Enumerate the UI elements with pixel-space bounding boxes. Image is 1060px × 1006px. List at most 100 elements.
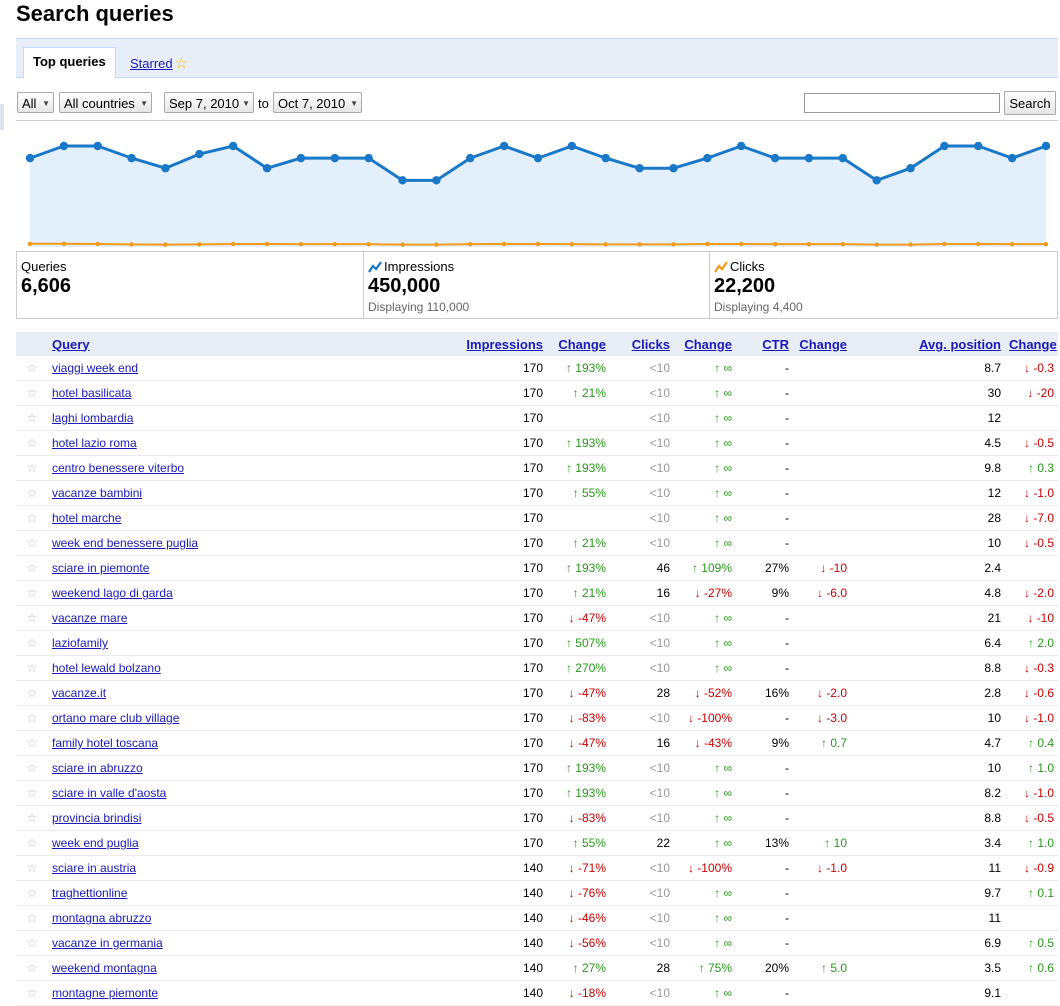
star-toggle[interactable]: ☆ — [16, 530, 48, 556]
sort-clicks-change-link[interactable]: Change — [684, 337, 732, 352]
star-toggle[interactable]: ☆ — [16, 855, 48, 881]
clicks-point — [908, 242, 913, 247]
star-toggle[interactable]: ☆ — [16, 505, 48, 531]
impressions-stat[interactable]: Impressions 450,000 Displaying 110,000 — [363, 252, 710, 318]
star-toggle[interactable]: ☆ — [16, 630, 48, 656]
clicks-point — [231, 241, 236, 247]
query-link[interactable]: weekend lago di garda — [52, 586, 173, 600]
star-toggle[interactable]: ☆ — [16, 755, 48, 781]
tab-starred[interactable]: Starred ☆ — [130, 54, 188, 72]
star-toggle[interactable]: ☆ — [16, 605, 48, 631]
star-toggle[interactable]: ☆ — [16, 705, 48, 731]
query-link[interactable]: laziofamily — [52, 636, 108, 650]
star-toggle[interactable]: ☆ — [16, 580, 48, 606]
sort-clicks-link[interactable]: Clicks — [632, 337, 670, 352]
ctr-value: - — [736, 605, 793, 631]
star-toggle[interactable]: ☆ — [16, 730, 48, 756]
query-link[interactable]: sciare in abruzzo — [52, 761, 143, 775]
ctr-change-cell — [793, 356, 851, 381]
position-change-value: -0.5 — [1033, 436, 1054, 450]
star-toggle[interactable]: ☆ — [16, 680, 48, 706]
query-link[interactable]: hotel marche — [52, 511, 121, 525]
star-toggle[interactable]: ☆ — [16, 830, 48, 856]
query-link[interactable]: viaggi week end — [52, 361, 138, 375]
query-link[interactable]: sciare in austria — [52, 861, 136, 875]
clicks-stat[interactable]: Clicks 22,200 Displaying 4,400 — [709, 252, 1058, 318]
ctr-column-header[interactable]: CTR — [736, 332, 793, 356]
star-toggle[interactable]: ☆ — [16, 655, 48, 681]
star-toggle[interactable]: ☆ — [16, 930, 48, 956]
query-cell: hotel basilicata — [48, 380, 388, 406]
star-toggle[interactable]: ☆ — [16, 430, 48, 456]
star-toggle[interactable]: ☆ — [16, 555, 48, 581]
query-link[interactable]: ortano mare club village — [52, 711, 179, 725]
sort-ctr-change-link[interactable]: Change — [799, 337, 847, 352]
sort-impressions-change-link[interactable]: Change — [558, 337, 606, 352]
impressions-change-column-header[interactable]: Change — [547, 332, 610, 356]
ctr-change-column-header[interactable]: Change — [793, 332, 851, 356]
avg-position-value: 30 — [851, 380, 1005, 406]
query-link[interactable]: week end puglia — [52, 836, 139, 850]
impressions-value: 170 — [388, 430, 547, 456]
query-link[interactable]: weekend montagna — [52, 961, 157, 975]
star-toggle[interactable]: ☆ — [16, 780, 48, 806]
sort-ctr-link[interactable]: CTR — [762, 337, 789, 352]
star-outline-icon: ☆ — [26, 786, 38, 800]
avg-position-column-header[interactable]: Avg. position — [851, 332, 1005, 356]
star-toggle[interactable]: ☆ — [16, 356, 48, 381]
clicks-change-column-header[interactable]: Change — [674, 332, 736, 356]
query-link[interactable]: hotel lewald bolzano — [52, 661, 161, 675]
clicks-point — [535, 241, 541, 247]
star-toggle[interactable]: ☆ — [16, 955, 48, 981]
query-link[interactable]: provincia brindisi — [52, 811, 141, 825]
query-link[interactable]: vacanze.it — [52, 686, 106, 700]
query-link[interactable]: vacanze mare — [52, 611, 127, 625]
star-outline-icon: ☆ — [26, 886, 38, 900]
query-link[interactable]: sciare in piemonte — [52, 561, 149, 575]
tab-bar: Top queries Starred ☆ — [16, 38, 1058, 79]
query-link[interactable]: laghi lombardia — [52, 411, 133, 425]
type-filter-dropdown[interactable]: All ▼ — [17, 92, 54, 113]
query-link[interactable]: montagna abruzzo — [52, 911, 151, 925]
impressions-change-value: 55% — [581, 486, 606, 500]
query-cell: sciare in valle d'aosta — [48, 780, 388, 806]
query-link[interactable]: week end benessere puglia — [52, 536, 198, 550]
sort-query-link[interactable]: Query — [52, 337, 90, 352]
search-input[interactable] — [804, 93, 1000, 113]
position-change-column-header[interactable]: Change — [1005, 332, 1058, 356]
star-toggle[interactable]: ☆ — [16, 455, 48, 481]
query-column-header[interactable]: Query — [48, 332, 388, 356]
sort-avg-position-link[interactable]: Avg. position — [919, 337, 1001, 352]
query-link[interactable]: vacanze in germania — [52, 936, 163, 950]
tab-top-queries[interactable]: Top queries — [23, 47, 116, 79]
impressions-point — [229, 141, 238, 151]
query-link[interactable]: sciare in valle d'aosta — [52, 786, 166, 800]
star-toggle[interactable]: ☆ — [16, 380, 48, 406]
query-link[interactable]: centro benessere viterbo — [52, 461, 184, 475]
star-toggle[interactable]: ☆ — [16, 405, 48, 431]
star-toggle[interactable]: ☆ — [16, 880, 48, 906]
table-row: ☆ family hotel toscana 170 ↓ -47% 16 ↓ -43% 9%… — [16, 730, 1058, 756]
date-to-picker[interactable]: Oct 7, 2010 ▼ — [273, 92, 362, 113]
query-cell: montagna abruzzo — [48, 905, 388, 931]
query-link[interactable]: vacanze bambini — [52, 486, 142, 500]
star-toggle[interactable]: ☆ — [16, 805, 48, 831]
arrow-down-icon: ↓ — [568, 861, 575, 875]
query-link[interactable]: family hotel toscana — [52, 736, 158, 750]
clicks-column-header[interactable]: Clicks — [610, 332, 674, 356]
sort-position-change-link[interactable]: Change — [1009, 337, 1057, 352]
impressions-value: 140 — [388, 930, 547, 956]
query-link[interactable]: montagne piemonte — [52, 986, 158, 1000]
star-toggle[interactable]: ☆ — [16, 905, 48, 931]
impressions-column-header[interactable]: Impressions — [388, 332, 547, 356]
search-button[interactable]: Search — [1004, 91, 1056, 115]
date-from-picker[interactable]: Sep 7, 2010 ▼ — [164, 92, 254, 113]
query-cell: sciare in abruzzo — [48, 755, 388, 781]
query-link[interactable]: hotel lazio roma — [52, 436, 137, 450]
query-link[interactable]: hotel basilicata — [52, 386, 131, 400]
sort-impressions-link[interactable]: Impressions — [466, 337, 543, 352]
country-filter-dropdown[interactable]: All countries ▼ — [59, 92, 152, 113]
query-link[interactable]: traghettionline — [52, 886, 127, 900]
star-toggle[interactable]: ☆ — [16, 480, 48, 506]
star-outline-icon: ☆ — [26, 511, 38, 525]
